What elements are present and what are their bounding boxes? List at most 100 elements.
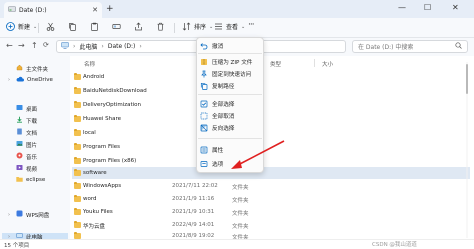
tab-date-d[interactable]: Date (D:) ✕ [4,2,102,18]
copy-icon [68,22,77,31]
breadcrumb-separator: › [73,43,76,50]
file-row[interactable]: WindowsApps 2021/7/11 22:02 文件夹 [72,180,470,192]
file-row[interactable]: Youku Files 2021/1/9 10:31 文件夹 [72,206,470,218]
file-row[interactable]: word 2021/1/9 11:16 文件夹 [72,193,470,205]
folder-icon [74,87,81,94]
file-date: 2021/7/11 22:02 [172,183,218,189]
select-all-icon [200,100,208,108]
folder-icon [74,115,81,122]
file-row[interactable]: Android [72,71,470,83]
picture-icon [16,140,23,149]
folder-icon [74,221,81,228]
chevron-right-icon[interactable]: › [8,77,13,83]
delete-button[interactable] [156,22,165,31]
watermark-text: CSDN @我山道道 [372,242,417,248]
menu-item-label: 压缩为 ZIP 文件 [212,60,253,66]
menu-item-select-all[interactable]: 全部选择 [200,100,234,108]
breadcrumb-separator: › [101,43,104,50]
menu-item-compress-zip[interactable]: 压缩为 ZIP 文件 [200,58,252,66]
select-none-icon [200,112,208,120]
sidebar-item-wps-drive[interactable]: › WPS网盘 [8,210,49,219]
menu-item-label: 固定到快速访问 [212,72,252,78]
sidebar-item-label: 视频 [26,166,38,173]
sort-label: 排序 [194,24,207,31]
chevron-right-icon[interactable]: › [8,212,13,218]
breadcrumb-this-pc[interactable]: 此电脑 [79,42,97,51]
forward-arrow-icon[interactable]: → [18,41,25,50]
video-icon [16,164,23,173]
file-name: word [83,196,97,202]
new-button[interactable]: 新建 ⌄ [6,22,37,31]
menu-item-label: 复制路径 [212,84,235,90]
sort-button[interactable]: 排序 ⌄ [182,22,213,31]
sidebar-item-onedrive[interactable]: › OneDrive [8,76,53,84]
menu-item-options[interactable]: 选项 [200,160,223,168]
breadcrumb-date-d[interactable]: Date (D:) [108,43,136,50]
file-row[interactable]: DeliveryOptimization [72,99,470,111]
vertical-scrollbar[interactable] [465,62,469,238]
file-name: local [83,130,96,136]
pin-icon [200,70,208,78]
annotation-arrow [231,140,285,169]
view-button[interactable]: 查看 ⌄ [214,22,245,31]
sidebar-item-label: 文档 [26,130,38,137]
file-date: 2022/4/9 14:01 [172,222,215,228]
menu-item-pin-quick-access[interactable]: 固定到快速访问 [200,70,251,78]
view-icon [214,22,223,31]
column-header-size[interactable]: 大小 [322,60,333,68]
view-label: 查看 [226,24,239,31]
sidebar-item-eclipse[interactable]: eclipse [8,176,45,184]
zip-icon [200,58,208,66]
properties-icon [200,146,208,154]
search-input[interactable]: 在 Date (D:) 中搜索 [352,40,468,53]
cloud-drive-icon [16,210,23,219]
more-options-button[interactable]: ··· [248,20,255,30]
sidebar-item-downloads[interactable]: 下载 [8,116,37,125]
column-divider[interactable] [314,59,315,67]
sidebar-item-label: WPS网盘 [26,212,50,219]
sidebar-item-pictures[interactable]: 图片 [8,140,37,149]
sidebar-item-desktop[interactable]: 桌面 [8,104,37,113]
minimize-button[interactable]: — [398,3,406,12]
folder-icon [74,182,81,189]
new-tab-button[interactable]: + [106,4,114,14]
column-header-type[interactable]: 类型 [270,60,281,68]
file-row[interactable]: 2021/8/9 19:02 文件夹 [72,230,470,239]
paste-button[interactable] [90,22,99,31]
computer-icon [61,42,69,51]
folder-icon [74,208,81,215]
paste-icon [90,22,99,31]
menu-item-copy-path[interactable]: 复制路径 [200,82,234,90]
menu-item-invert-selection[interactable]: 反向选择 [200,124,234,132]
menu-item-properties[interactable]: 属性 [200,146,223,154]
chevron-down-icon: ⌄ [209,23,214,30]
folder-icon [74,169,81,176]
close-tab-icon[interactable]: ✕ [92,6,98,14]
back-arrow-icon[interactable]: ← [6,41,13,50]
sidebar-item-home[interactable]: 主文件夹 [8,64,48,73]
rename-button[interactable] [112,22,121,31]
cut-icon [46,22,55,31]
menu-item-label: 撤消 [212,44,224,50]
column-header-name[interactable]: 名称 [84,60,95,68]
file-row[interactable]: Huawei Share [72,113,470,125]
sidebar-item-videos[interactable]: 视频 [8,164,37,173]
sidebar-item-music[interactable]: 音乐 [8,152,37,161]
share-button[interactable] [134,22,143,31]
menu-item-select-none[interactable]: 全部取消 [200,112,234,120]
refresh-icon[interactable]: ⟳ [43,41,49,49]
file-type: 文件夹 [232,198,249,204]
maximize-button[interactable]: ☐ [424,3,431,12]
cut-button[interactable] [46,22,55,31]
search-placeholder: 在 Date (D:) 中搜索 [358,44,414,51]
file-row[interactable]: BaiduNetdiskDownload [72,85,470,97]
sidebar-item-documents[interactable]: 文档 [8,128,37,137]
invert-selection-icon [200,124,208,132]
file-name: Android [83,74,105,80]
music-icon [16,152,23,161]
file-date: 2021/1/9 11:16 [172,196,215,202]
menu-item-undo[interactable]: 撤消 [200,42,223,50]
close-window-button[interactable]: ✕ [452,3,459,12]
copy-button[interactable] [68,22,77,31]
up-arrow-icon[interactable]: ↑ [31,41,38,50]
